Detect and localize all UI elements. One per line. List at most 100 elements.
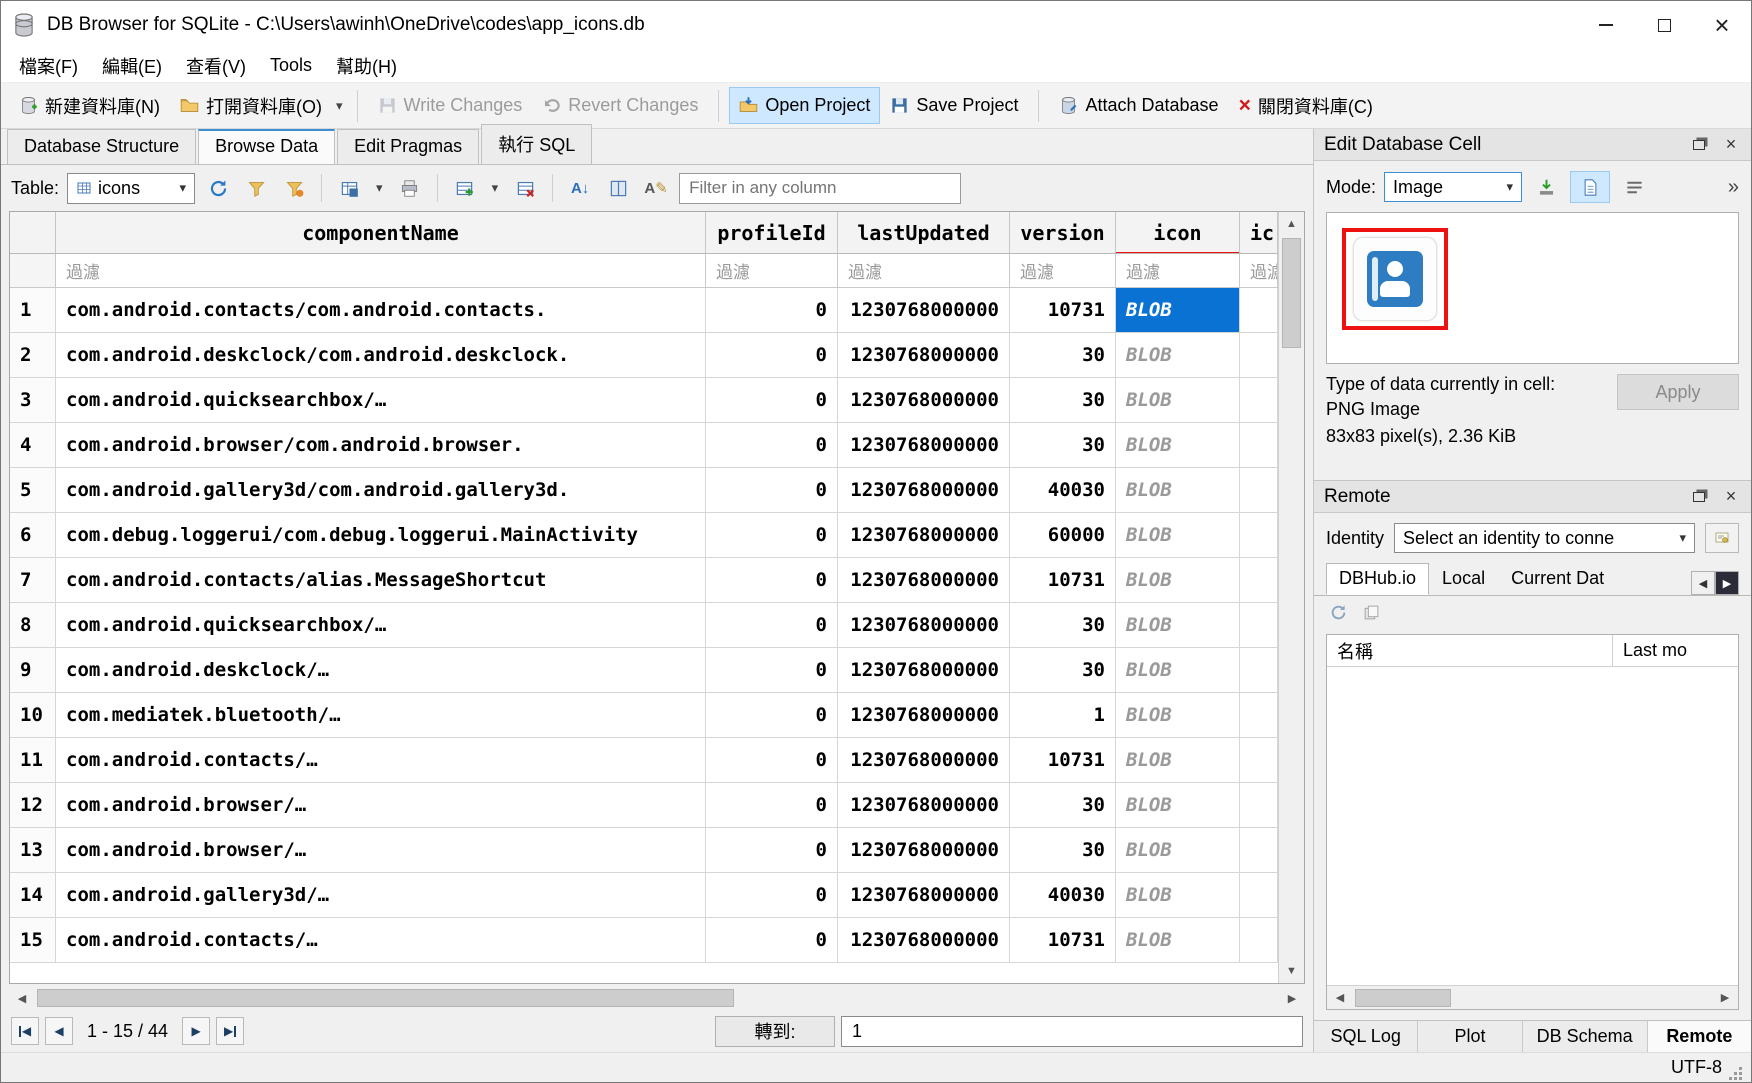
lastUpdated-cell[interactable]: 1230768000000 — [838, 378, 1010, 423]
hscroll-thumb[interactable] — [37, 989, 734, 1007]
icon-blob-cell[interactable]: BLOB — [1116, 468, 1240, 513]
table-row[interactable]: 6com.debug.loggerui/com.debug.loggerui.M… — [10, 513, 1278, 558]
lastUpdated-cell[interactable]: 1230768000000 — [838, 603, 1010, 648]
menu-help[interactable]: 幫助(H) — [326, 49, 407, 83]
version-cell[interactable]: 10731 — [1010, 738, 1116, 783]
column-header-componentName[interactable]: componentName — [56, 212, 706, 254]
table-row[interactable]: 2com.android.deskclock/com.android.deskc… — [10, 333, 1278, 378]
remote-hscroll-thumb[interactable] — [1355, 989, 1451, 1007]
filter-version[interactable]: 過濾 — [1010, 254, 1116, 288]
open-database-dropdown-icon[interactable]: ▾ — [332, 98, 347, 114]
remote-column-name[interactable]: 名稱 — [1327, 635, 1613, 666]
profileId-cell[interactable]: 0 — [706, 648, 838, 693]
profileId-cell[interactable]: 0 — [706, 603, 838, 648]
tab-edit-pragmas[interactable]: Edit Pragmas — [337, 129, 479, 164]
filter-any-column-input[interactable] — [679, 173, 961, 204]
version-cell[interactable]: 30 — [1010, 783, 1116, 828]
table-row[interactable]: 5com.android.gallery3d/com.android.galle… — [10, 468, 1278, 513]
close-database-button[interactable]: × 關閉資料庫(C) — [1229, 85, 1383, 127]
remote-tab-local[interactable]: Local — [1429, 563, 1498, 595]
version-cell[interactable]: 30 — [1010, 648, 1116, 693]
column-header-partial[interactable]: ic — [1240, 212, 1278, 254]
identity-select[interactable]: Select an identity to conne ▾ — [1394, 523, 1695, 553]
filter-icon-col[interactable]: 過濾 — [1116, 254, 1240, 288]
scroll-up-icon[interactable]: ▲ — [1279, 212, 1304, 236]
version-cell[interactable]: 30 — [1010, 828, 1116, 873]
componentName-cell[interactable]: com.android.browser/com.android.browser. — [56, 423, 706, 468]
icon-blob-cell[interactable]: BLOB — [1116, 603, 1240, 648]
lastUpdated-cell[interactable]: 1230768000000 — [838, 828, 1010, 873]
profileId-cell[interactable]: 0 — [706, 513, 838, 558]
icon-blob-cell[interactable]: BLOB — [1116, 378, 1240, 423]
maximize-button[interactable] — [1635, 4, 1693, 46]
minimize-button[interactable] — [1577, 4, 1635, 46]
chevron-down-icon[interactable]: ▾ — [488, 180, 503, 196]
menu-view[interactable]: 查看(V) — [176, 49, 256, 83]
version-cell[interactable]: 30 — [1010, 333, 1116, 378]
version-cell[interactable]: 40030 — [1010, 468, 1116, 513]
apply-button[interactable]: Apply — [1617, 374, 1739, 410]
menu-edit[interactable]: 編輯(E) — [92, 49, 172, 83]
table-row[interactable]: 13com.android.browser/…0123076800000030B… — [10, 828, 1278, 873]
icon-blob-cell[interactable]: BLOB — [1116, 648, 1240, 693]
refresh-button[interactable] — [203, 173, 233, 203]
save-table-view-button[interactable] — [334, 173, 364, 203]
tab-remote[interactable]: Remote — [1648, 1021, 1751, 1052]
goto-button[interactable]: 轉到: — [715, 1016, 835, 1047]
lastUpdated-cell[interactable]: 1230768000000 — [838, 648, 1010, 693]
partial-cell[interactable] — [1240, 648, 1278, 693]
profileId-cell[interactable]: 0 — [706, 783, 838, 828]
icon-blob-cell[interactable]: BLOB — [1116, 873, 1240, 918]
import-certificate-button[interactable] — [1705, 523, 1739, 553]
componentName-cell[interactable]: com.android.quicksearchbox/… — [56, 603, 706, 648]
scroll-down-icon[interactable]: ▼ — [1279, 959, 1304, 983]
table-row[interactable]: 1com.android.contacts/com.android.contac… — [10, 288, 1278, 333]
column-header-profileId[interactable]: profileId — [706, 212, 838, 254]
clear-filters-button[interactable] — [279, 173, 309, 203]
icon-blob-cell[interactable]: BLOB — [1116, 288, 1240, 333]
tab-database-structure[interactable]: Database Structure — [7, 129, 196, 164]
lastUpdated-cell[interactable]: 1230768000000 — [838, 558, 1010, 603]
float-panel-button[interactable] — [1689, 487, 1709, 507]
print-button[interactable] — [395, 173, 425, 203]
version-cell[interactable]: 10731 — [1010, 288, 1116, 333]
remote-refresh-button[interactable] — [1330, 604, 1347, 626]
scroll-right-icon[interactable]: ▶ — [1279, 987, 1305, 1009]
icon-blob-cell[interactable]: BLOB — [1116, 918, 1240, 963]
version-cell[interactable]: 40030 — [1010, 873, 1116, 918]
table-select[interactable]: icons ▾ — [67, 173, 195, 204]
column-header-lastUpdated[interactable]: lastUpdated — [838, 212, 1010, 254]
first-page-button[interactable]: ◀ — [11, 1017, 39, 1045]
last-page-button[interactable]: ▶ — [216, 1017, 244, 1045]
icon-blob-cell[interactable]: BLOB — [1116, 783, 1240, 828]
toolbar-overflow-icon[interactable]: » — [1728, 176, 1739, 199]
profileId-cell[interactable]: 0 — [706, 693, 838, 738]
tab-browse-data[interactable]: Browse Data — [198, 129, 335, 164]
float-panel-button[interactable] — [1689, 135, 1709, 155]
profileId-cell[interactable]: 0 — [706, 378, 838, 423]
profileId-cell[interactable]: 0 — [706, 333, 838, 378]
sort-button[interactable]: A↓ — [565, 173, 595, 203]
table-row[interactable]: 3com.android.quicksearchbox/…01230768000… — [10, 378, 1278, 423]
table-row[interactable]: 15com.android.contacts/…0123076800000010… — [10, 918, 1278, 963]
filter-partial[interactable]: 過濾 — [1240, 254, 1278, 288]
profileId-cell[interactable]: 0 — [706, 288, 838, 333]
table-row[interactable]: 8com.android.quicksearchbox/…01230768000… — [10, 603, 1278, 648]
scroll-right-icon[interactable]: ▶ — [1712, 987, 1738, 1009]
next-page-button[interactable]: ▶ — [182, 1017, 210, 1045]
partial-cell[interactable] — [1240, 783, 1278, 828]
mode-select[interactable]: Image ▾ — [1384, 172, 1522, 202]
filter-componentName[interactable]: 過濾 — [56, 254, 706, 288]
save-project-button[interactable]: Save Project — [880, 87, 1028, 124]
filter-lastUpdated[interactable]: 過濾 — [838, 254, 1010, 288]
version-cell[interactable]: 10731 — [1010, 558, 1116, 603]
componentName-cell[interactable]: com.mediatek.bluetooth/… — [56, 693, 706, 738]
lastUpdated-cell[interactable]: 1230768000000 — [838, 423, 1010, 468]
encoding-indicator[interactable]: UTF-8 — [1671, 1057, 1722, 1078]
table-row[interactable]: 12com.android.browser/…0123076800000030B… — [10, 783, 1278, 828]
componentName-cell[interactable]: com.android.contacts/com.android.contact… — [56, 288, 706, 333]
icon-blob-cell[interactable]: BLOB — [1116, 513, 1240, 558]
componentName-cell[interactable]: com.android.browser/… — [56, 783, 706, 828]
close-panel-button[interactable]: × — [1721, 135, 1741, 155]
menu-tools[interactable]: Tools — [260, 51, 322, 80]
